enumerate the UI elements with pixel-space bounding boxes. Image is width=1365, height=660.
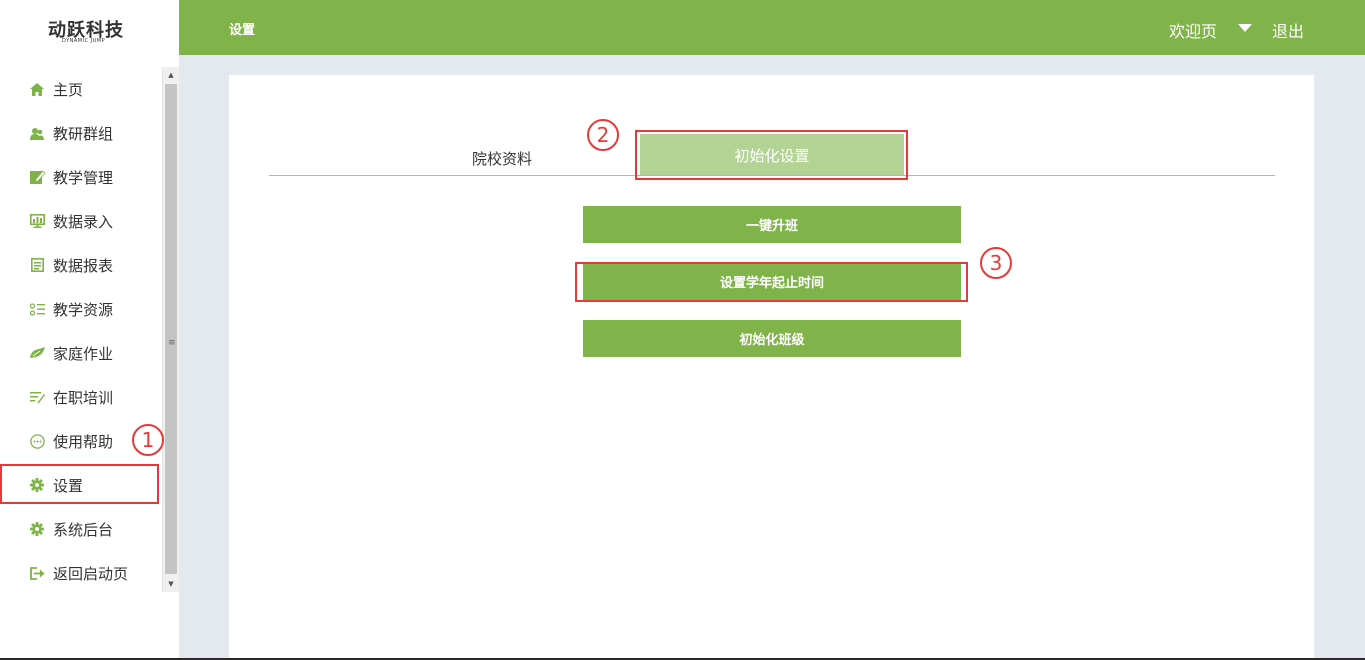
sidebar-item-system-admin[interactable]: 系统后台 <box>0 507 162 551</box>
highlight-settings-item <box>0 464 159 504</box>
highlight-school-year-button <box>575 262 968 302</box>
init-class-button[interactable]: 初始化班级 <box>583 320 961 357</box>
gear-icon <box>29 521 45 537</box>
scroll-down-arrow-icon[interactable]: ▼ <box>163 576 179 592</box>
monitor-icon <box>29 213 45 229</box>
sidebar-item-label: 教研群组 <box>53 124 114 143</box>
edit-icon <box>29 169 45 185</box>
scrollbar-thumb[interactable]: ≡ <box>165 84 177 574</box>
homework-icon <box>29 345 45 361</box>
sidebar-item-label: 教学资源 <box>53 300 114 319</box>
scroll-up-arrow-icon[interactable]: ▲ <box>163 67 179 83</box>
sidebar-item-teaching-resources[interactable]: 教学资源 <box>0 287 162 331</box>
sidebar-scrollbar[interactable]: ▲ ≡ ▼ <box>162 67 179 592</box>
logo: 动跃科技 DYNAMIC JUMP <box>0 0 179 55</box>
logo-subtitle: DYNAMIC JUMP <box>62 38 106 44</box>
sidebar-item-label: 返回启动页 <box>53 564 129 583</box>
exit-icon <box>29 565 45 581</box>
grip-icon: ≡ <box>168 338 176 348</box>
step-marker-1: 1 <box>132 424 164 456</box>
sidebar-item-label: 数据录入 <box>53 212 114 231</box>
sidebar-item-training[interactable]: 在职培训 <box>0 375 162 419</box>
sidebar-item-return-start[interactable]: 返回启动页 <box>0 551 162 595</box>
sidebar-item-label: 教学管理 <box>53 168 114 187</box>
sidebar-item-label: 使用帮助 <box>53 432 114 451</box>
sidebar-item-label: 主页 <box>53 80 84 99</box>
welcome-link[interactable]: 欢迎页 <box>1169 18 1217 42</box>
sidebar-item-label: 在职培训 <box>53 388 114 407</box>
page-title: 设置 <box>229 23 256 38</box>
sidebar-item-label: 系统后台 <box>53 520 114 539</box>
logout-link[interactable]: 退出 <box>1272 18 1304 42</box>
help-icon <box>29 433 45 449</box>
sidebar-item-teaching-management[interactable]: 教学管理 <box>0 155 162 199</box>
sidebar-item-data-entry[interactable]: 数据录入 <box>0 199 162 243</box>
step-marker-3: 3 <box>980 247 1012 279</box>
top-bar: 设置 欢迎页 退出 <box>179 0 1365 55</box>
caret-down-icon[interactable] <box>1238 24 1252 32</box>
sidebar-item-homework[interactable]: 家庭作业 <box>0 331 162 375</box>
sidebar-item-research-groups[interactable]: 教研群组 <box>0 111 162 155</box>
sidebar-nav: 主页 教研群组 教学管理 数据录入 数据报表 教学资源 家庭作业 在职培训 使用… <box>0 67 162 595</box>
sidebar-item-label: 数据报表 <box>53 256 114 275</box>
step-marker-2: 2 <box>587 119 619 151</box>
highlight-init-tab <box>635 130 908 180</box>
sidebar: 动跃科技 DYNAMIC JUMP 主页 教研群组 教学管理 数据录入 数据报表… <box>0 0 179 660</box>
list-icon <box>29 301 45 317</box>
report-icon <box>29 257 45 273</box>
sidebar-item-home[interactable]: 主页 <box>0 67 162 111</box>
users-icon <box>29 125 45 141</box>
tab-school-info[interactable]: 院校资料 <box>472 148 532 169</box>
sidebar-item-label: 家庭作业 <box>53 344 114 363</box>
sidebar-item-data-report[interactable]: 数据报表 <box>0 243 162 287</box>
training-icon <box>29 389 45 405</box>
home-icon <box>29 81 45 97</box>
one-click-upgrade-button[interactable]: 一键升班 <box>583 206 961 243</box>
